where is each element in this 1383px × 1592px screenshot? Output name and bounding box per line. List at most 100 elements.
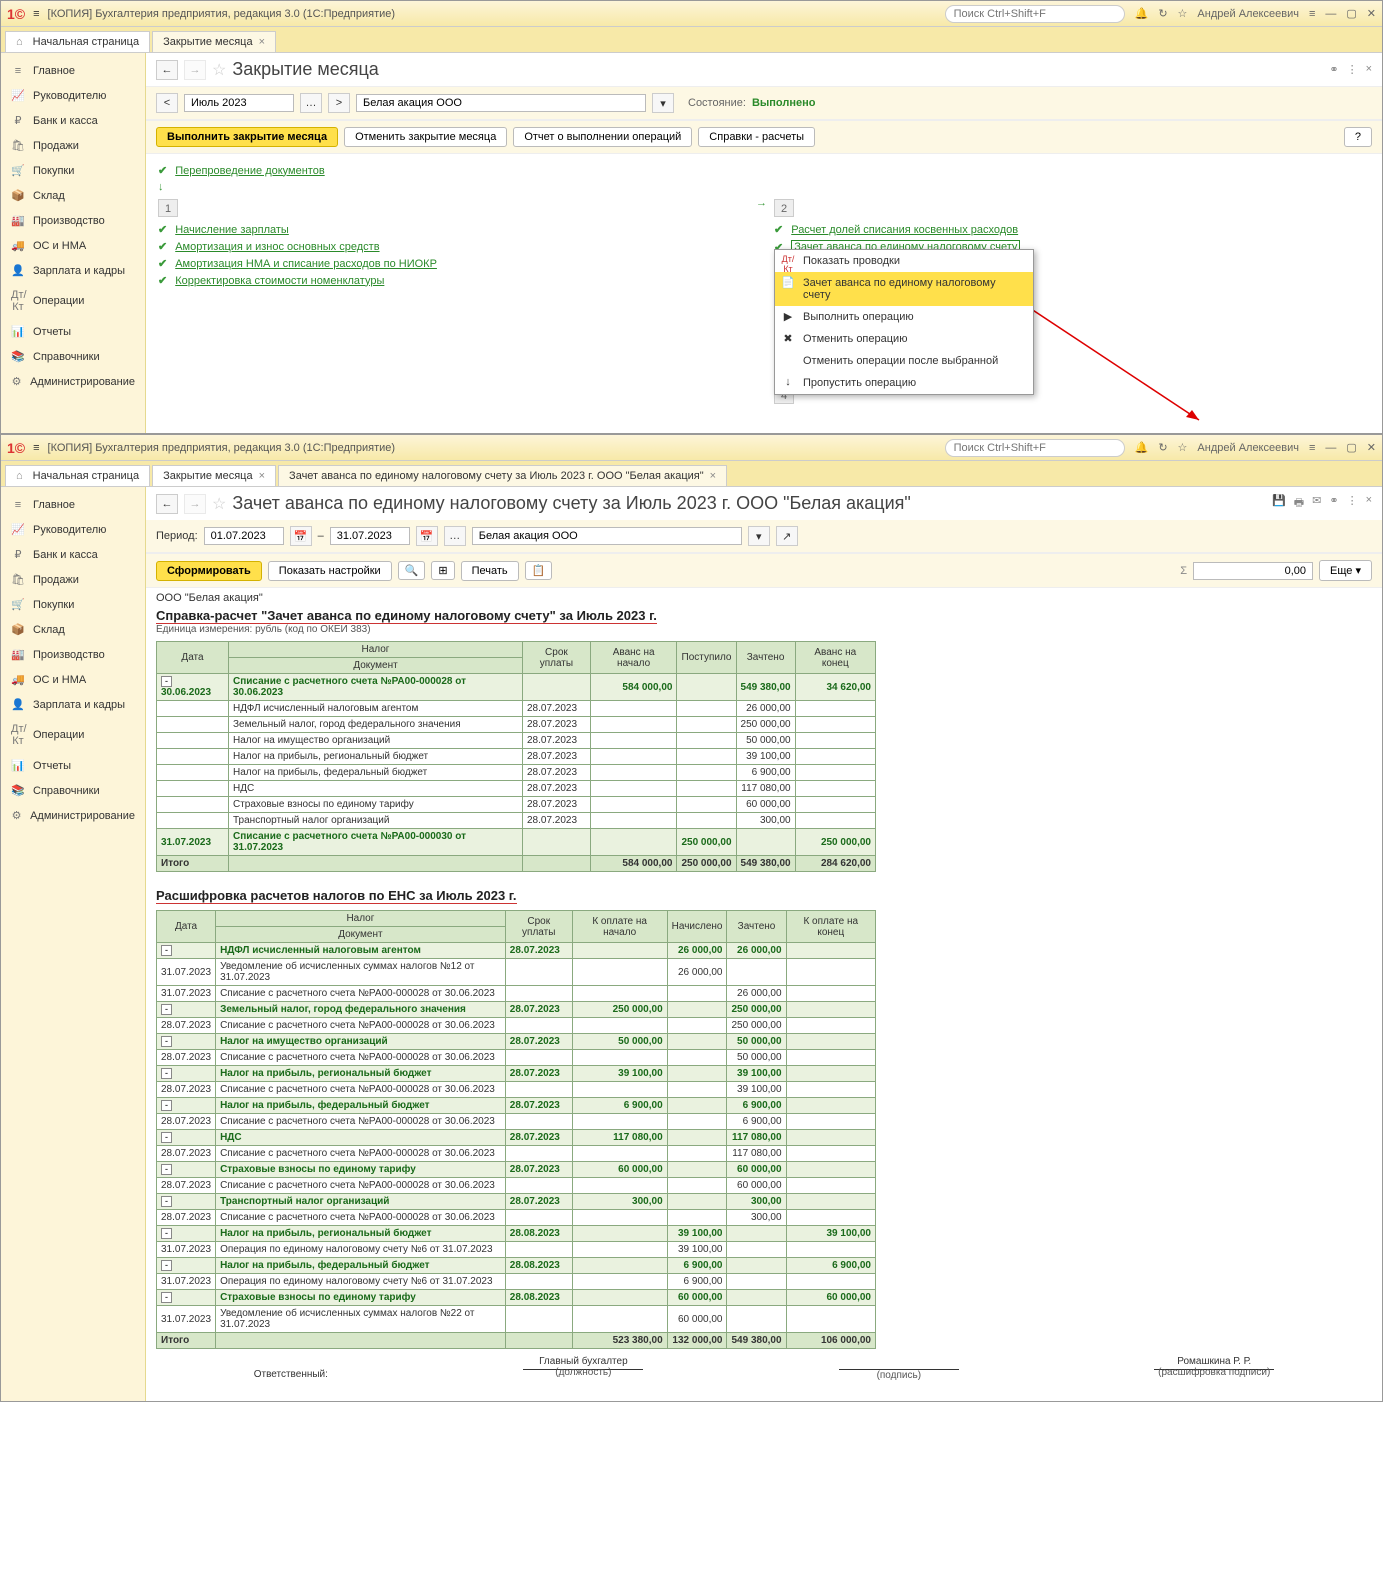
org-open-2[interactable]: ↗ [776,526,798,546]
minimize-icon[interactable]: — [1325,442,1336,454]
nav-back-2[interactable]: ← [156,494,178,514]
nav-forward-2[interactable]: → [184,494,206,514]
tab-report[interactable]: Зачет аванса по единому налоговому счету… [278,465,727,486]
print-button[interactable]: Печать [461,561,519,581]
help-button[interactable]: ? [1344,127,1372,147]
close-icon[interactable]: ✕ [1367,441,1376,454]
sidebar-item-1[interactable]: 📈Руководителю [1,517,145,542]
tab-mc-2[interactable]: Закрытие месяца× [152,465,276,486]
period-input[interactable] [184,94,294,112]
settings-button[interactable]: Показать настройки [268,561,392,581]
star-icon[interactable]: ☆ [1178,441,1188,454]
sidebar-item-7[interactable]: 🚚ОС и НМА [1,667,145,692]
menu-icon[interactable]: ≡ [33,442,39,454]
star-icon[interactable]: ☆ [1178,7,1188,20]
ctx-run-op[interactable]: ▶Выполнить операцию [775,306,1033,328]
sidebar-item-12[interactable]: ⚙Администрирование [1,369,145,394]
sidebar-item-3[interactable]: 🛍Продажи [1,133,145,158]
sidebar-item-4[interactable]: 🛒Покупки [1,158,145,183]
maximize-icon[interactable]: ▢ [1346,441,1356,454]
sidebar-item-12[interactable]: ⚙Администрирование [1,803,145,828]
period-pick[interactable]: … [300,93,322,113]
ctx-cancel-op[interactable]: ✖Отменить операцию [775,328,1033,350]
sidebar-item-4[interactable]: 🛒Покупки [1,592,145,617]
bell-icon[interactable]: 🔔 [1135,441,1149,454]
sidebar-item-0[interactable]: ≡Главное [1,493,145,517]
sidebar-item-2[interactable]: ₽Банк и касса [1,542,145,567]
expander[interactable]: - [161,1228,172,1239]
expander[interactable]: - [161,1004,172,1015]
history-icon[interactable]: ↻ [1158,7,1167,20]
sidebar-item-5[interactable]: 📦Склад [1,183,145,208]
close-page-icon[interactable]: × [1366,63,1372,76]
period-pick-2[interactable]: … [444,526,466,546]
find-button[interactable]: 🔍 [398,561,426,580]
sidebar-item-1[interactable]: 📈Руководителю [1,83,145,108]
sidebar-item-6[interactable]: 🏭Производство [1,642,145,667]
cal-from-icon[interactable]: 📅 [290,526,312,546]
sigma-icon[interactable]: Σ [1180,565,1187,577]
bell-icon[interactable]: 🔔 [1135,7,1149,20]
favorite-icon[interactable]: ☆ [212,60,226,80]
nav-forward[interactable]: → [184,60,206,80]
panel-icon[interactable]: ≡ [1309,8,1315,20]
op-link[interactable]: Амортизация НМА и списание расходов по Н… [175,258,437,270]
expander[interactable]: - [161,1036,172,1047]
repost-link[interactable]: Перепроведение документов [175,165,324,177]
minimize-icon[interactable]: — [1325,8,1336,20]
print-icon[interactable]: 🖶 [1294,494,1304,513]
form-button[interactable]: Сформировать [156,561,262,581]
expander[interactable]: - [161,1196,172,1207]
more-icon[interactable]: ⋮ [1347,494,1358,513]
user-name[interactable]: Андрей Алексеевич [1197,8,1299,20]
favorite-icon-2[interactable]: ☆ [212,494,226,514]
tab-close-icon[interactable]: × [710,470,716,482]
tab-close-icon[interactable]: × [259,36,265,48]
nav-back[interactable]: ← [156,60,178,80]
sidebar-item-10[interactable]: 📊Отчеты [1,319,145,344]
expander[interactable]: - [161,1100,172,1111]
run-button[interactable]: Выполнить закрытие месяца [156,127,338,147]
ctx-show-entries[interactable]: Дт/КтПоказать проводки [775,250,1033,272]
link-icon[interactable]: ⚭ [1329,63,1338,76]
date-to[interactable] [330,527,410,545]
maximize-icon[interactable]: ▢ [1346,7,1356,20]
report-button[interactable]: Отчет о выполнении операций [513,127,692,147]
sidebar-item-3[interactable]: 🛍Продажи [1,567,145,592]
user-name-2[interactable]: Андрей Алексеевич [1197,442,1299,454]
more-button[interactable]: Еще ▾ [1319,560,1372,581]
tab-home-2[interactable]: Начальная страница [5,465,150,486]
expander[interactable]: - [161,945,172,956]
search-input[interactable] [945,5,1125,23]
close-page-icon[interactable]: × [1366,494,1372,513]
copy-button[interactable]: 📋 [525,561,553,580]
org-input-2[interactable] [472,527,742,545]
search-input-2[interactable] [945,439,1125,457]
expander[interactable]: - [161,1068,172,1079]
tab-month-closing[interactable]: Закрытие месяца× [152,31,276,52]
sidebar-item-8[interactable]: 👤Зарплата и кадры [1,258,145,283]
sidebar-item-6[interactable]: 🏭Производство [1,208,145,233]
refs-button[interactable]: Справки - расчеты [698,127,815,147]
org-dropdown[interactable]: ▾ [652,93,674,113]
close-icon[interactable]: ✕ [1367,7,1376,20]
expander[interactable]: - [161,1132,172,1143]
sidebar-item-9[interactable]: Дт/КтОперации [1,717,145,753]
tab-close-icon[interactable]: × [259,470,265,482]
link-icon[interactable]: ⚭ [1329,494,1338,513]
sidebar-item-9[interactable]: Дт/КтОперации [1,283,145,319]
cancel-button[interactable]: Отменить закрытие месяца [344,127,507,147]
period-next[interactable]: > [328,93,350,113]
ctx-cancel-after[interactable]: Отменить операции после выбранной [775,350,1033,372]
op-link[interactable]: Корректировка стоимости номенклатуры [175,275,384,287]
sidebar-item-0[interactable]: ≡Главное [1,59,145,83]
org-input[interactable] [356,94,646,112]
expand-button[interactable]: ⊞ [431,561,454,580]
op-link[interactable]: Амортизация и износ основных средств [175,241,379,253]
date-from[interactable] [204,527,284,545]
expander[interactable]: - [161,676,172,687]
ctx-open-report[interactable]: 📄Зачет аванса по единому налоговому счет… [775,272,1033,306]
sidebar-item-7[interactable]: 🚚ОС и НМА [1,233,145,258]
expander[interactable]: - [161,1260,172,1271]
mail-icon[interactable]: ✉ [1312,494,1321,513]
